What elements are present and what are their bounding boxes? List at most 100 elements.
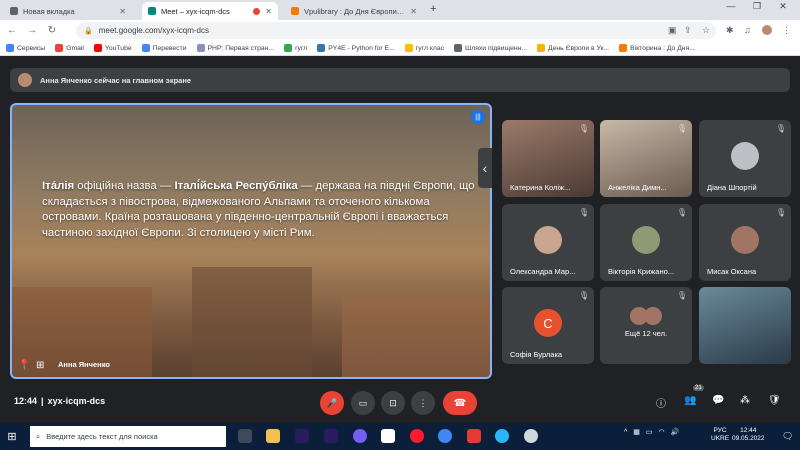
- close-window-icon[interactable]: ✕: [770, 1, 796, 12]
- mic-off-icon: 🎤: [326, 397, 338, 408]
- app-icon[interactable]: [524, 429, 538, 443]
- forward-icon[interactable]: →: [24, 25, 40, 36]
- bookmark-google[interactable]: гугл: [284, 44, 307, 52]
- participant-tile[interactable]: С 🎙 Софія Бурлака: [502, 287, 594, 364]
- mic-muted-icon: 🎙: [578, 124, 589, 133]
- info-icon[interactable]: ⓘ: [656, 395, 666, 410]
- browser-tab-bar: Новая вкладка ✕ Meet – xyx-icqm-dcs ✕ Vp…: [0, 0, 800, 20]
- participant-name: Олександра Мар...: [510, 267, 576, 276]
- extensions-icon[interactable]: ✱: [726, 25, 734, 36]
- bookmark-py4e[interactable]: PY4E - Python for E...: [317, 44, 395, 52]
- document-icon[interactable]: [381, 429, 395, 443]
- bookmark-europe-day[interactable]: День Європи в Ук...: [537, 44, 609, 52]
- google-icon: [284, 44, 293, 52]
- after-effects-icon[interactable]: [324, 429, 338, 443]
- bookmark-translate[interactable]: Перевести: [141, 44, 187, 52]
- mic-muted-icon: 🎙: [775, 124, 786, 133]
- wifi-icon[interactable]: ◠: [659, 428, 665, 436]
- participant-tile[interactable]: 🎙 Олександра Мар...: [502, 204, 594, 281]
- host-controls-icon[interactable]: 🛡: [768, 395, 781, 406]
- people-icon[interactable]: 👥: [684, 395, 696, 406]
- volume-icon[interactable]: 🔊: [671, 428, 680, 436]
- pin-icon[interactable]: 📍: [18, 360, 30, 371]
- chevron-up-icon[interactable]: ^: [624, 429, 627, 436]
- bookmark-classroom[interactable]: гугл клас: [404, 44, 444, 52]
- back-icon[interactable]: ←: [4, 25, 20, 36]
- banner-text: Анна Янченко сейчас на главном экране: [40, 75, 192, 85]
- leave-call-button[interactable]: ☎: [443, 391, 477, 415]
- input-language[interactable]: РУС UKRE: [711, 427, 729, 443]
- close-tab-icon[interactable]: ✕: [265, 7, 272, 16]
- participant-tile[interactable]: 🎙 Мисак Оксана: [699, 204, 791, 281]
- camera-icon[interactable]: ▣: [668, 25, 677, 36]
- blogger-icon: [619, 44, 628, 52]
- battery-icon[interactable]: ▭: [646, 428, 653, 436]
- avatar: [731, 226, 759, 254]
- presentation-tile[interactable]: ||| Іта́лія офіційна назва — Італі́йська…: [10, 103, 492, 379]
- avatar: [731, 142, 759, 170]
- bookmark-label: Сервисы: [17, 44, 46, 52]
- chrome-icon[interactable]: [438, 429, 452, 443]
- profile-avatar[interactable]: [762, 25, 772, 35]
- task-view-icon[interactable]: [238, 429, 252, 443]
- chat-icon[interactable]: 💬: [712, 395, 724, 406]
- meet-window: Анна Янченко сейчас на главном экране ||…: [0, 57, 800, 423]
- taskbar-search[interactable]: ⌕ Введите здесь текст для поиска: [30, 426, 226, 447]
- activities-icon[interactable]: ⁂: [740, 395, 750, 406]
- collapse-panel-button[interactable]: ‹: [478, 148, 492, 188]
- participant-tile[interactable]: [699, 287, 791, 364]
- bookmark-shliakhy[interactable]: Шляхи підвищенн...: [454, 44, 527, 52]
- new-tab-button[interactable]: +: [430, 3, 436, 15]
- app-icon[interactable]: [467, 429, 481, 443]
- bookmark-php[interactable]: PHP: Первая стран...: [196, 44, 274, 52]
- reload-icon[interactable]: ↻: [44, 25, 60, 36]
- translate-icon: [141, 44, 150, 52]
- tab-title: Новая вкладка: [23, 6, 75, 16]
- maximize-icon[interactable]: ❐: [744, 1, 770, 12]
- star-icon[interactable]: ☆: [702, 25, 710, 36]
- notifications-icon[interactable]: 🗨: [782, 431, 793, 442]
- bookmark-gmail[interactable]: Gmail: [55, 44, 84, 52]
- participant-tile[interactable]: 🎙 Ещё 12 чел.: [600, 287, 692, 364]
- taskbar-clock[interactable]: 12:44 09.05.2022: [732, 427, 765, 443]
- slide-term: Іта́лія: [42, 180, 75, 192]
- file-explorer-icon[interactable]: [266, 429, 280, 443]
- php-icon: [196, 44, 205, 52]
- participant-tile[interactable]: 🎙 Діана Шпортій: [699, 120, 791, 197]
- participant-tile[interactable]: 🎙 Вікторія Крижано...: [600, 204, 692, 281]
- after-effects-icon[interactable]: [295, 429, 309, 443]
- menu-icon[interactable]: ⋮: [782, 25, 791, 36]
- tab-title: Vpulibrary : До Дня Європи в Укр: [304, 6, 405, 16]
- media-icon[interactable]: ♫: [744, 25, 751, 35]
- participant-name: Катерина Коліж...: [510, 183, 571, 192]
- close-tab-icon[interactable]: ✕: [119, 7, 126, 16]
- minimize-icon[interactable]: —: [718, 1, 744, 11]
- participant-tile[interactable]: 🎙 Катерина Коліж...: [502, 120, 594, 197]
- network-icon[interactable]: ▦: [633, 428, 640, 436]
- meet-controls-bar: 12:44 | xyx-icqm-dcs 🎤 ▭ ⊡ ⋮ ☎ ⓘ 21 👥 💬 ⁂ …: [0, 382, 800, 423]
- mic-off-button[interactable]: 🎤: [320, 391, 344, 415]
- bookmark-services[interactable]: Сервисы: [6, 44, 45, 52]
- tab-meet[interactable]: Meet – xyx-icqm-dcs ✕: [142, 2, 278, 20]
- telegram-icon[interactable]: [495, 429, 509, 443]
- gmail-icon: [55, 44, 64, 52]
- bookmark-quiz[interactable]: Вікторина : До Дня...: [619, 44, 695, 52]
- close-tab-icon[interactable]: ✕: [410, 7, 417, 16]
- avatar: С: [534, 309, 562, 337]
- participant-tile[interactable]: 🎙 Анжеліка Димн...: [600, 120, 692, 197]
- mic-muted-icon: 🎙: [676, 291, 687, 300]
- mic-muted-icon: 🎙: [578, 291, 589, 300]
- start-button[interactable]: ⊞: [0, 423, 24, 450]
- present-icon[interactable]: ⊞: [36, 360, 44, 371]
- present-now-button[interactable]: ⊡: [381, 391, 405, 415]
- tab-new-tab[interactable]: Новая вкладка ✕: [4, 2, 132, 20]
- viber-icon[interactable]: [353, 429, 367, 443]
- tab-vpulibrary[interactable]: Vpulibrary : До Дня Європи в Укр ✕: [285, 2, 423, 20]
- share-icon[interactable]: ⇪: [684, 25, 692, 36]
- bookmark-youtube[interactable]: YouTube: [93, 44, 132, 52]
- camera-button[interactable]: ▭: [351, 391, 375, 415]
- opera-icon[interactable]: [410, 429, 424, 443]
- bookmark-label: День Європи в Ук...: [548, 44, 610, 52]
- address-bar[interactable]: 🔒 meet.google.com/xyx-icqm-dcs: [76, 22, 716, 39]
- more-options-button[interactable]: ⋮: [411, 391, 435, 415]
